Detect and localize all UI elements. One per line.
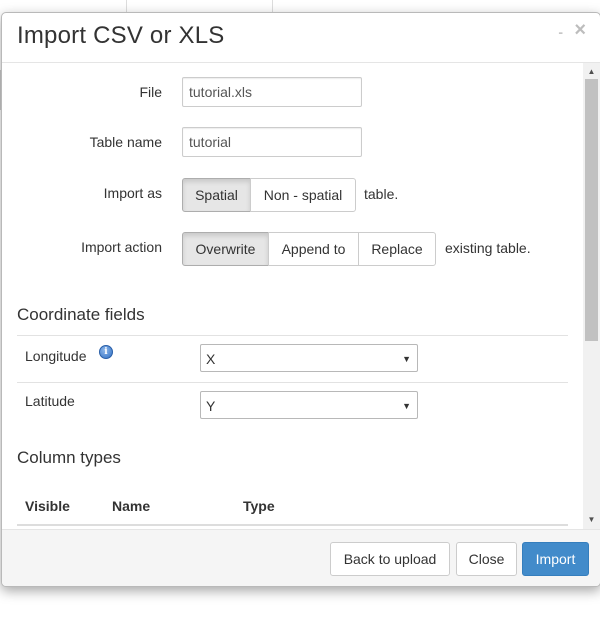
chevron-down-icon: ▼ xyxy=(402,354,411,364)
import-dialog: Import CSV or XLS - × File Table name Im… xyxy=(1,12,600,587)
info-icon[interactable]: i xyxy=(99,345,113,359)
background-divider xyxy=(126,0,127,12)
row-divider xyxy=(17,382,568,383)
import-action-toggle: Overwrite Append to Replace xyxy=(182,232,436,266)
back-to-upload-button[interactable]: Back to upload xyxy=(330,542,450,576)
import-button[interactable]: Import xyxy=(522,542,589,576)
vertical-scrollbar[interactable]: ▲ ▼ xyxy=(583,63,600,529)
row-divider xyxy=(17,335,568,336)
scrollbar-thumb[interactable] xyxy=(585,79,598,341)
close-button[interactable]: Close xyxy=(456,542,517,576)
minimize-button[interactable]: - xyxy=(558,24,563,40)
dialog-header: Import CSV or XLS - × xyxy=(2,13,600,63)
import-as-label: Import as xyxy=(103,185,162,201)
close-icon[interactable]: × xyxy=(574,20,586,40)
coordinate-fields-heading: Coordinate fields xyxy=(17,305,145,324)
dialog-footer: Back to upload Close Import xyxy=(2,529,600,586)
column-header-visible: Visible xyxy=(25,498,70,514)
import-as-toggle: Spatial Non - spatial xyxy=(182,178,356,212)
column-types-heading: Column types xyxy=(17,448,121,467)
latitude-select[interactable]: Y ▼ xyxy=(200,391,418,419)
chevron-down-icon: ▼ xyxy=(402,401,411,411)
table-header-divider xyxy=(17,524,568,526)
scroll-up-arrow-icon[interactable]: ▲ xyxy=(583,65,600,79)
spatial-button[interactable]: Spatial xyxy=(182,178,251,212)
dialog-body: File Table name Import as Spatial Non - … xyxy=(2,63,583,529)
file-field[interactable] xyxy=(182,77,362,107)
non-spatial-button[interactable]: Non - spatial xyxy=(250,178,356,212)
overwrite-button[interactable]: Overwrite xyxy=(182,232,269,266)
longitude-select[interactable]: X ▼ xyxy=(200,344,418,372)
longitude-label: Longitude xyxy=(25,348,87,364)
background-divider xyxy=(272,0,273,12)
column-header-type: Type xyxy=(243,498,275,514)
append-to-button[interactable]: Append to xyxy=(268,232,359,266)
table-name-label: Table name xyxy=(89,134,162,150)
latitude-select-value: Y xyxy=(206,398,216,414)
longitude-select-value: X xyxy=(206,351,216,367)
replace-button[interactable]: Replace xyxy=(358,232,436,266)
file-label: File xyxy=(139,84,162,100)
import-as-suffix: table. xyxy=(364,186,399,202)
import-action-label: Import action xyxy=(81,239,162,255)
scroll-down-arrow-icon[interactable]: ▼ xyxy=(583,513,600,527)
dialog-title: Import CSV or XLS xyxy=(17,22,225,49)
table-name-field[interactable] xyxy=(182,127,362,157)
column-header-name: Name xyxy=(112,498,151,514)
latitude-label: Latitude xyxy=(25,393,75,409)
import-action-suffix: existing table. xyxy=(445,240,531,256)
